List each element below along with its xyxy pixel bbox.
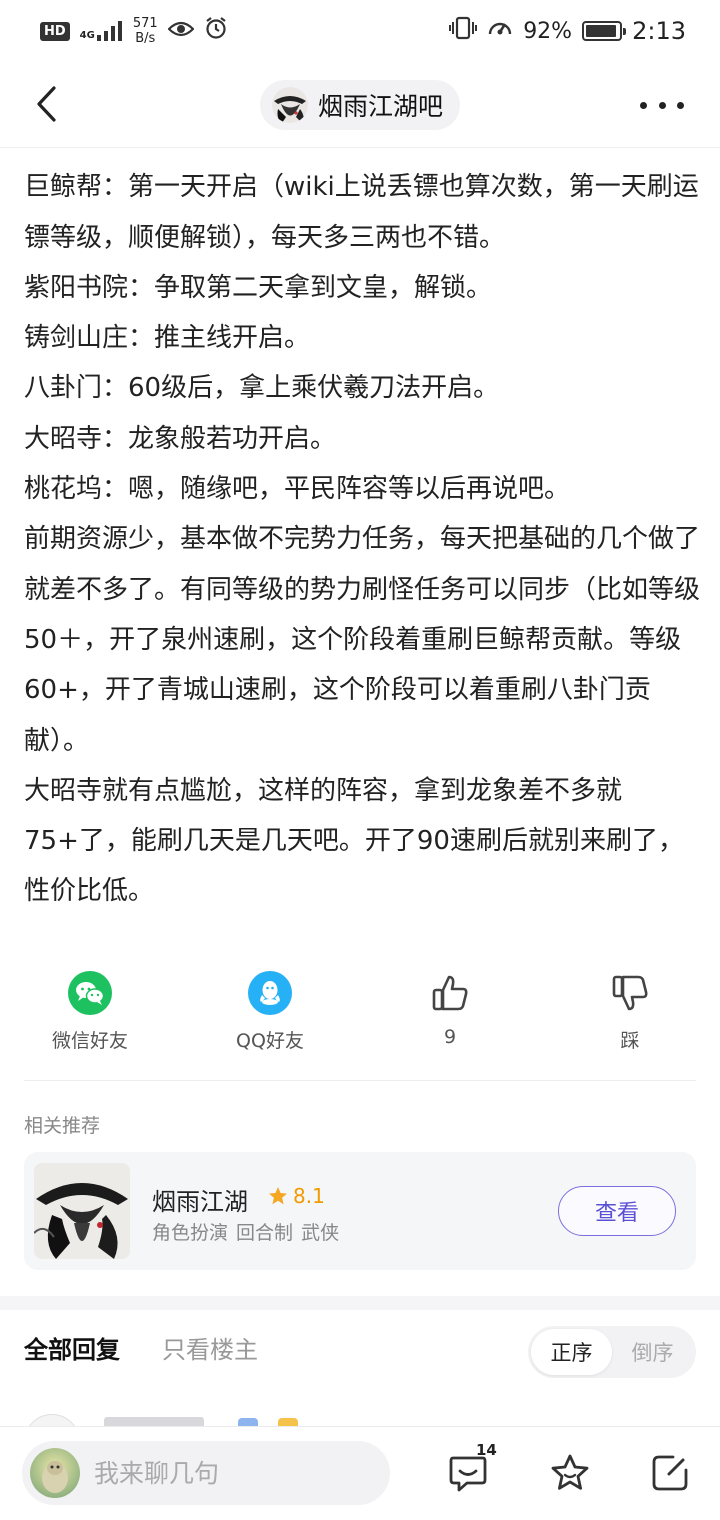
comments-button[interactable]: 14 (446, 1441, 497, 1495)
sort-toggle: 正序 倒序 (528, 1326, 696, 1378)
share-wechat-button[interactable]: 微信好友 (20, 970, 160, 1053)
share-actions: 微信好友 QQ好友 9 踩 (0, 970, 720, 1060)
user-badge-icon (238, 1418, 258, 1426)
speedometer-icon (487, 16, 513, 46)
share-qq-button[interactable]: QQ好友 (200, 970, 340, 1053)
status-time: 2:13 (632, 17, 686, 45)
forum-link[interactable]: 烟雨江湖吧 (260, 80, 460, 130)
more-options-button[interactable] (640, 90, 684, 120)
reply-avatar (24, 1414, 80, 1426)
battery-fill (586, 25, 616, 37)
game-rating: 8.1 (268, 1184, 325, 1208)
game-name: 烟雨江湖 (152, 1188, 248, 1216)
battery-icon (582, 21, 627, 41)
share-wechat-label: 微信好友 (51, 1030, 128, 1052)
sort-descending-button[interactable]: 倒序 (612, 1329, 693, 1375)
network-speed: 571 B/s (133, 16, 158, 46)
comment-input[interactable] (94, 1458, 364, 1488)
post-content: 小势力： 巨鲸帮：第一天开启（wiki上说丢镖也算次数，第一天刷运镖等级，顺便解… (0, 148, 720, 938)
alarm-icon (204, 16, 228, 46)
signal-icon: 4G (80, 21, 123, 41)
tab-all-replies[interactable]: 全部回复 (24, 1330, 120, 1365)
qq-icon (248, 971, 292, 1015)
comment-input-area[interactable] (22, 1441, 390, 1505)
related-section-title: 相关推荐 (24, 1115, 101, 1137)
speed-unit: B/s (135, 31, 156, 46)
hd-badge: HD (40, 21, 70, 41)
more-dot-icon (640, 101, 647, 109)
section-separator (0, 1296, 720, 1310)
dislike-label: 踩 (620, 1030, 640, 1052)
reply-tabs: 全部回复 只看楼主 (24, 1330, 258, 1365)
like-button[interactable]: 9 (380, 970, 520, 1048)
dislike-button[interactable]: 踩 (560, 970, 700, 1053)
post-paragraph: 八卦门：60级后，拿上乘伏羲刀法开启。 (24, 373, 500, 404)
share-qq-label: QQ好友 (236, 1030, 304, 1052)
favorite-button[interactable] (548, 1451, 592, 1495)
status-bar: HD 4G 571 B/s 92% 2:13 (0, 0, 720, 62)
thumbs-up-icon (427, 970, 473, 1016)
thumbs-down-icon (607, 970, 653, 1016)
game-tags: 角色扮演 回合制 武侠 (152, 1222, 340, 1244)
more-dot-icon (677, 101, 684, 109)
divider (24, 1080, 696, 1081)
battery-percent: 92% (523, 18, 573, 44)
reply-username (104, 1417, 204, 1426)
page-header: 烟雨江湖吧 (0, 62, 720, 148)
post-paragraph: 铸剑山庄：推主线开启。 (24, 323, 311, 354)
star-icon (269, 1187, 287, 1205)
forum-name: 烟雨江湖吧 (318, 92, 444, 121)
edit-icon (652, 1455, 688, 1491)
related-game-card[interactable]: 烟雨江湖 8.1 角色扮演 回合制 武侠 查看 (24, 1152, 696, 1270)
game-cover-image (34, 1163, 130, 1259)
write-reply-button[interactable] (648, 1451, 692, 1495)
user-level-icon (278, 1418, 298, 1426)
sort-ascending-button[interactable]: 正序 (531, 1329, 612, 1375)
wechat-icon (68, 971, 112, 1015)
like-count: 9 (443, 1026, 457, 1048)
bottom-bar: 14 (0, 1426, 720, 1520)
tab-op-only[interactable]: 只看楼主 (162, 1330, 258, 1365)
post-body: 小势力： 巨鲸帮：第一天开启（wiki上说丢镖也算次数，第一天刷运镖等级，顺便解… (24, 148, 704, 917)
post-paragraph: 紫阳书院：争取第二天拿到文皇，解锁。 (24, 272, 493, 303)
post-paragraph: 巨鲸帮：第一天开启（wiki上说丢镖也算次数，第一天刷运镖等级，顺便解锁），每天… (24, 172, 699, 253)
post-paragraph: 大昭寺就有点尴尬，这样的阵容，拿到龙象差不多就75+了，能刷几天是几天吧。开了9… (24, 775, 684, 907)
reply-preview (0, 1408, 720, 1426)
post-paragraph: 小势力： (24, 148, 704, 162)
signal-label: 4G (79, 30, 95, 41)
star-icon (551, 1454, 589, 1490)
vibrate-icon (449, 16, 478, 46)
rating-value: 8.1 (293, 1184, 325, 1208)
view-game-button[interactable]: 查看 (558, 1186, 676, 1236)
back-button[interactable] (26, 82, 66, 126)
user-avatar (30, 1448, 80, 1498)
post-paragraph: 大昭寺：龙象般若功开启。 (24, 423, 337, 454)
post-paragraph: 桃花坞：嗯，随缘吧，平民阵容等以后再说吧。 (24, 474, 571, 505)
comment-count-badge: 14 (476, 1441, 497, 1459)
chevron-left-icon (37, 86, 56, 122)
post-paragraph: 前期资源少，基本做不完势力任务，每天把基础的几个做了就差不多了。有同等级的势力刷… (24, 524, 701, 756)
speed-value: 571 (132, 16, 158, 31)
more-dot-icon (658, 101, 666, 109)
forum-avatar (272, 87, 308, 123)
eye-icon (167, 19, 195, 44)
